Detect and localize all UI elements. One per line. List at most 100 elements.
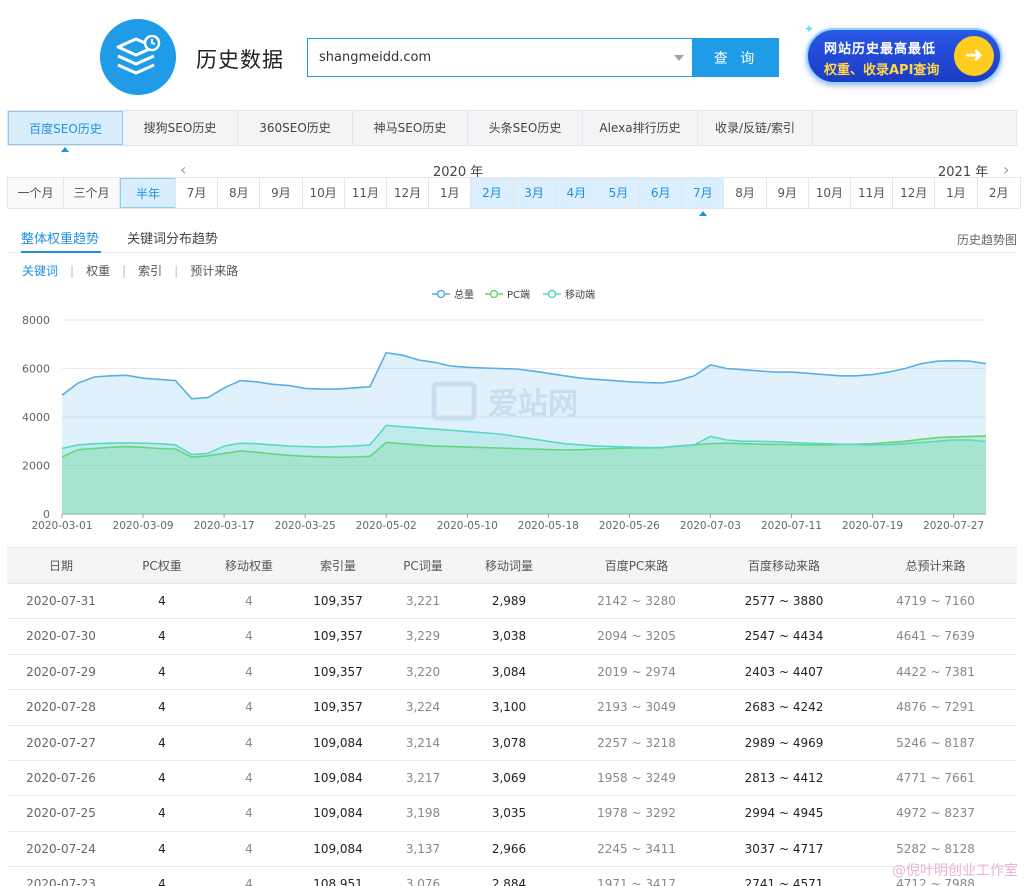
tab-index-links[interactable]: 收录/反链/索引 [698,111,813,145]
cell-pc-weight: 4 [158,735,166,750]
col-date[interactable]: 日期 [7,548,115,583]
divider: | [122,263,127,278]
database-stack-icon [116,35,161,75]
cell-total-traffic: 4422 ~ 7381 [896,664,975,679]
month-item-selected[interactable]: 3月 [513,178,556,208]
domain-search-box[interactable] [307,38,693,77]
history-trend-link[interactable]: 历史趋势图 [957,231,1017,248]
cell-baidu-mobile-traffic: 2683 ~ 4242 [744,700,824,715]
table-row[interactable]: 2020-07-30 4 4 109,357 3,229 3,038 2094 ~ 3205… [7,619,1017,655]
cell-pc-words: 3,076 [405,877,441,886]
month-item-selected[interactable]: 4月 [555,178,598,208]
month-item[interactable]: 8月 [218,178,261,208]
metric-traffic[interactable]: 预计来路 [190,262,238,279]
cell-baidu-mobile-traffic: 2813 ~ 4412 [744,770,824,785]
tab-toutiao-seo[interactable]: 头条SEO历史 [468,111,583,145]
tab-baidu-seo[interactable]: 百度SEO历史 [8,111,123,145]
tab-sogou-seo[interactable]: 搜狗SEO历史 [123,111,238,145]
search-button[interactable]: 查 询 [693,38,779,77]
table-row[interactable]: 2020-07-25 4 4 109,084 3,198 3,035 1978 ~ 3292… [7,796,1017,832]
tab-weight-trend[interactable]: 整体权重趋势 [21,228,99,247]
tab-alexa-rank[interactable]: Alexa排行历史 [583,111,698,145]
y-tick-label: 4000 [22,411,50,424]
cell-mobile-weight: 4 [245,806,253,821]
tab-keyword-distribution[interactable]: 关键词分布趋势 [127,228,218,247]
cell-pc-words: 3,198 [405,806,441,821]
tab-360-seo[interactable]: 360SEO历史 [238,111,353,145]
legend-marker [436,289,446,299]
cell-mobile-weight: 4 [245,700,253,715]
domain-search-input[interactable] [308,39,648,76]
chevron-down-icon[interactable] [674,55,684,61]
col-pc-words[interactable]: PC词量 [387,548,459,583]
month-item[interactable]: 9月 [260,178,303,208]
month-item[interactable]: 9月 [766,178,809,208]
x-tick-label: 2020-05-10 [437,520,498,532]
tab-shenma-seo[interactable]: 神马SEO历史 [353,111,468,145]
cell-total-traffic: 4771 ~ 7661 [896,770,975,785]
col-pc-weight[interactable]: PC权重 [115,548,209,583]
month-item[interactable]: 11月 [344,178,387,208]
table-row[interactable]: 2020-07-29 4 4 109,357 3,220 3,084 2019 ~ 2974… [7,655,1017,691]
table-row[interactable]: 2020-07-27 4 4 109,084 3,214 3,078 2257 ~ 3218… [7,726,1017,761]
cell-mobile-weight: 4 [245,877,253,886]
month-item[interactable]: 10月 [808,178,851,208]
table-row[interactable]: 2020-07-31 4 4 109,357 3,221 2,989 2142 ~ 3280… [7,584,1017,620]
cell-total-traffic: 4641 ~ 7639 [896,629,975,644]
cell-pc-words: 3,220 [405,664,441,679]
x-tick-label: 2020-03-09 [113,520,174,532]
month-item[interactable]: 11月 [851,178,894,208]
col-baidu-pc-traffic[interactable]: 百度PC来路 [559,548,714,583]
month-item-selected[interactable]: 6月 [640,178,683,208]
month-item[interactable]: 12月 [893,178,936,208]
cell-mobile-words: 2,884 [491,877,527,886]
month-item[interactable]: 1月 [429,178,472,208]
month-item[interactable]: 8月 [724,178,767,208]
col-mobile-weight[interactable]: 移动权重 [209,548,289,583]
col-baidu-mobile-traffic[interactable]: 百度移动来路 [714,548,854,583]
cell-mobile-weight: 4 [245,664,253,679]
x-tick-label: 2020-03-25 [275,520,336,532]
cell-pc-words: 3,224 [405,700,441,715]
cell-baidu-mobile-traffic: 3037 ~ 4717 [744,841,824,856]
legend-label[interactable]: 移动端 [565,288,595,301]
table-row[interactable]: 2020-07-28 4 4 109,357 3,224 3,100 2193 ~ 3049… [7,690,1017,726]
cell-pc-words: 3,217 [405,770,441,785]
legend-label[interactable]: PC端 [507,288,530,301]
table-row[interactable]: 2020-07-26 4 4 109,084 3,217 3,069 1958 ~ 3249… [7,761,1017,797]
month-item[interactable]: 2月 [977,178,1020,208]
cell-baidu-pc-traffic: 1978 ~ 3292 [597,806,676,821]
y-tick-label: 2000 [22,460,50,473]
active-tab-caret [61,147,69,152]
month-item[interactable]: 12月 [386,178,430,208]
cell-mobile-words: 2,966 [491,841,527,856]
metric-weight[interactable]: 权重 [86,262,110,279]
col-mobile-words[interactable]: 移动词量 [459,548,559,583]
month-item[interactable]: 7月 [176,178,219,208]
month-item[interactable]: 1月 [935,178,978,208]
cell-date: 2020-07-26 [26,770,96,785]
metric-keywords[interactable]: 关键词 [22,262,58,279]
col-total-traffic[interactable]: 总预计来路 [854,548,1017,583]
cell-baidu-mobile-traffic: 2994 ~ 4945 [744,806,824,821]
app-logo [100,19,176,95]
api-promo-banner[interactable]: ✦ 网站历史最高最低 权重、收录API查询 ➜ [804,22,1002,84]
month-item[interactable]: 10月 [302,178,345,208]
range-one-month[interactable]: 一个月 [8,178,64,208]
table-row[interactable]: 2020-07-23 4 4 108,951 3,076 2,884 1971 ~ 3417… [7,867,1017,886]
month-item-selected[interactable]: 2月 [471,178,514,208]
month-item-selected[interactable]: 7月 [682,178,725,208]
legend-label[interactable]: 总量 [454,288,474,301]
range-three-months[interactable]: 三个月 [64,178,120,208]
metric-index[interactable]: 索引 [138,262,162,279]
cell-pc-words: 3,137 [405,841,441,856]
selected-month-caret [699,211,707,216]
month-item-selected[interactable]: 5月 [597,178,641,208]
x-tick-label: 2020-07-19 [842,520,903,532]
range-half-year[interactable]: 半年 [120,178,176,208]
cell-baidu-pc-traffic: 2094 ~ 3205 [597,629,676,644]
col-index[interactable]: 索引量 [289,548,387,583]
cell-index: 109,084 [313,770,363,785]
table-row[interactable]: 2020-07-24 4 4 109,084 3,137 2,966 2245 ~ 3411… [7,832,1017,868]
cell-total-traffic: 4719 ~ 7160 [896,594,975,608]
